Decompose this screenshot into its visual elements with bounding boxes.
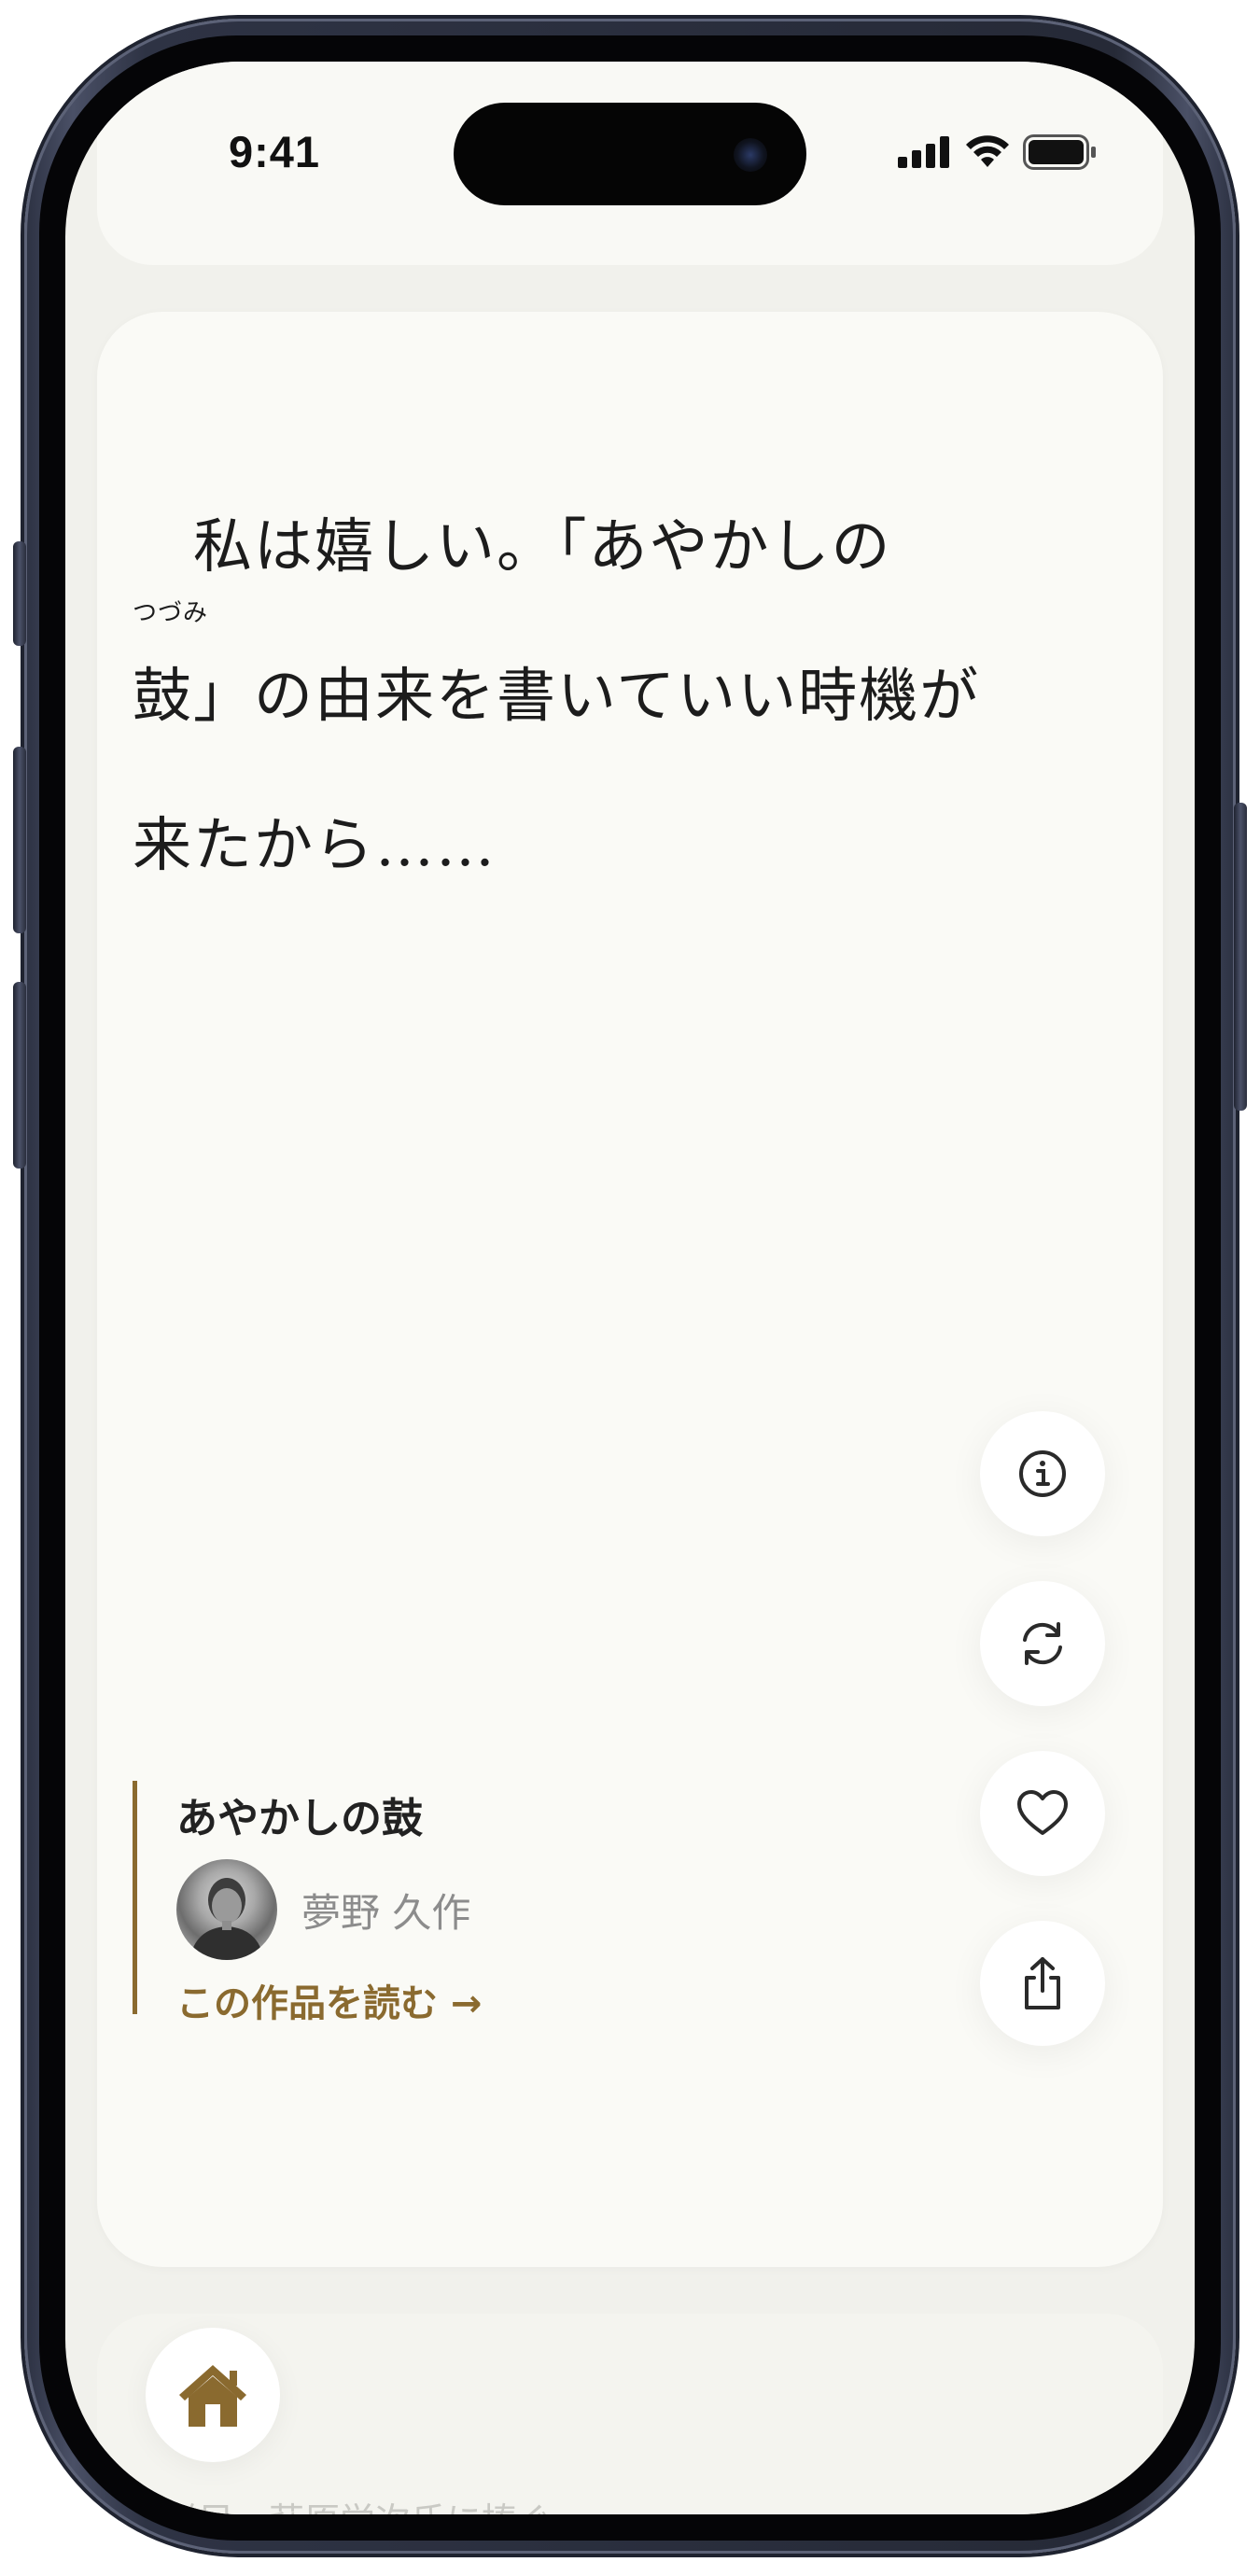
author-row[interactable]: 夢野 久作 <box>176 1859 482 1960</box>
quote-line-1: 私は嬉しい。「あやかしの <box>133 512 892 581</box>
front-camera <box>734 138 767 172</box>
home-button[interactable] <box>146 2328 280 2462</box>
info-button[interactable] <box>980 1411 1105 1536</box>
volume-up-button <box>13 747 26 933</box>
ruby-reading: つづみ <box>133 599 209 627</box>
action-button <box>13 541 26 646</box>
author-name: 夢野 久作 <box>301 1889 471 1936</box>
ruby-base: 鼓 <box>133 662 193 730</box>
status-icons <box>898 134 1098 170</box>
home-icon <box>179 2365 246 2427</box>
share-icon <box>1025 1957 1060 2009</box>
info-icon <box>1019 1450 1066 1497</box>
work-info: あやかしの鼓 夢野 久作 この作品を読む → <box>133 1781 482 2025</box>
quote-text: 私は嬉しい。「あやかしの つづみ鼓」の由来を書いていい時機が 来たから…… <box>133 472 1075 920</box>
author-avatar <box>176 1859 277 1960</box>
status-time: 9:41 <box>229 127 321 176</box>
signal-icon <box>898 136 949 168</box>
favorite-button[interactable] <box>980 1751 1105 1876</box>
screen: 9:41 私は嬉しい。「あやかしの つづみ鼓」の由来を書いていい時機が 来たから… <box>65 62 1195 2514</box>
ruby-word: つづみ鼓 <box>133 601 207 771</box>
quote-line-3: 来たから…… <box>133 811 497 879</box>
dynamic-island <box>454 103 806 205</box>
heart-icon <box>1017 1790 1068 1835</box>
refresh-button[interactable] <box>980 1581 1105 1706</box>
battery-icon <box>1023 134 1096 170</box>
power-button <box>1234 803 1247 1111</box>
wifi-icon <box>966 135 1009 167</box>
dedication-text: 従兄 萩原栄次氏に捧ぐ <box>162 2492 553 2514</box>
quote-line-2-rest: 」の由来を書いていい時機が <box>193 662 981 730</box>
read-work-link[interactable]: この作品を読む → <box>176 1973 482 2027</box>
share-button[interactable] <box>980 1921 1105 2046</box>
refresh-icon <box>1023 1622 1062 1665</box>
quote-line-2: つづみ鼓」の由来を書いていい時機が <box>133 601 1075 771</box>
work-title[interactable]: あやかしの鼓 <box>176 1785 482 1844</box>
volume-down-button <box>13 982 26 1169</box>
author-portrait <box>189 1878 264 1960</box>
